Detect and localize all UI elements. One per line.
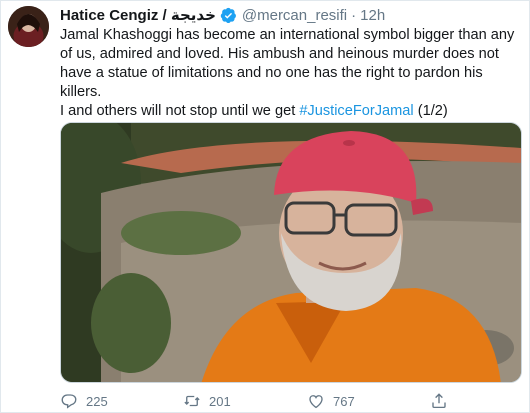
author-name[interactable]: Hatice Cengiz / خديجة bbox=[60, 6, 216, 24]
retweet-count: 201 bbox=[209, 393, 231, 409]
retweet-icon bbox=[184, 395, 200, 407]
like-button[interactable]: 767 bbox=[307, 392, 355, 410]
tweet-text-prefix: I and others will not stop until we get bbox=[60, 103, 300, 119]
author-handle[interactable]: @mercan_resifi bbox=[242, 7, 347, 24]
retweet-button[interactable]: 201 bbox=[183, 392, 231, 410]
tweet-actions: 225 201 767 bbox=[60, 391, 500, 411]
hashtag-link[interactable]: #JusticeForJamal bbox=[299, 103, 413, 119]
photo-illustration bbox=[61, 123, 521, 382]
like-count: 767 bbox=[333, 393, 355, 409]
verified-badge-icon bbox=[220, 7, 236, 23]
tweet-header: Hatice Cengiz / خديجة @mercan_resifi · 1… bbox=[60, 5, 385, 25]
share-button[interactable] bbox=[430, 392, 448, 410]
timestamp[interactable]: 12h bbox=[360, 7, 385, 24]
reply-count: 225 bbox=[86, 393, 108, 409]
share-icon bbox=[432, 393, 446, 409]
separator-dot: · bbox=[351, 6, 357, 24]
avatar[interactable] bbox=[8, 6, 49, 47]
tweet-photo[interactable] bbox=[60, 122, 522, 383]
tweet-text-suffix: (1/2) bbox=[413, 103, 448, 119]
like-icon bbox=[309, 395, 323, 409]
tweet-text-paragraph-1: Jamal Khashoggi has become an internatio… bbox=[60, 27, 515, 100]
tweet-card[interactable]: Hatice Cengiz / خديجة @mercan_resifi · 1… bbox=[0, 0, 530, 413]
tweet-text: Jamal Khashoggi has become an internatio… bbox=[60, 26, 522, 121]
reply-icon bbox=[61, 394, 77, 409]
reply-button[interactable]: 225 bbox=[60, 392, 108, 410]
tweet-text-paragraph-2: I and others will not stop until we get … bbox=[60, 102, 522, 121]
